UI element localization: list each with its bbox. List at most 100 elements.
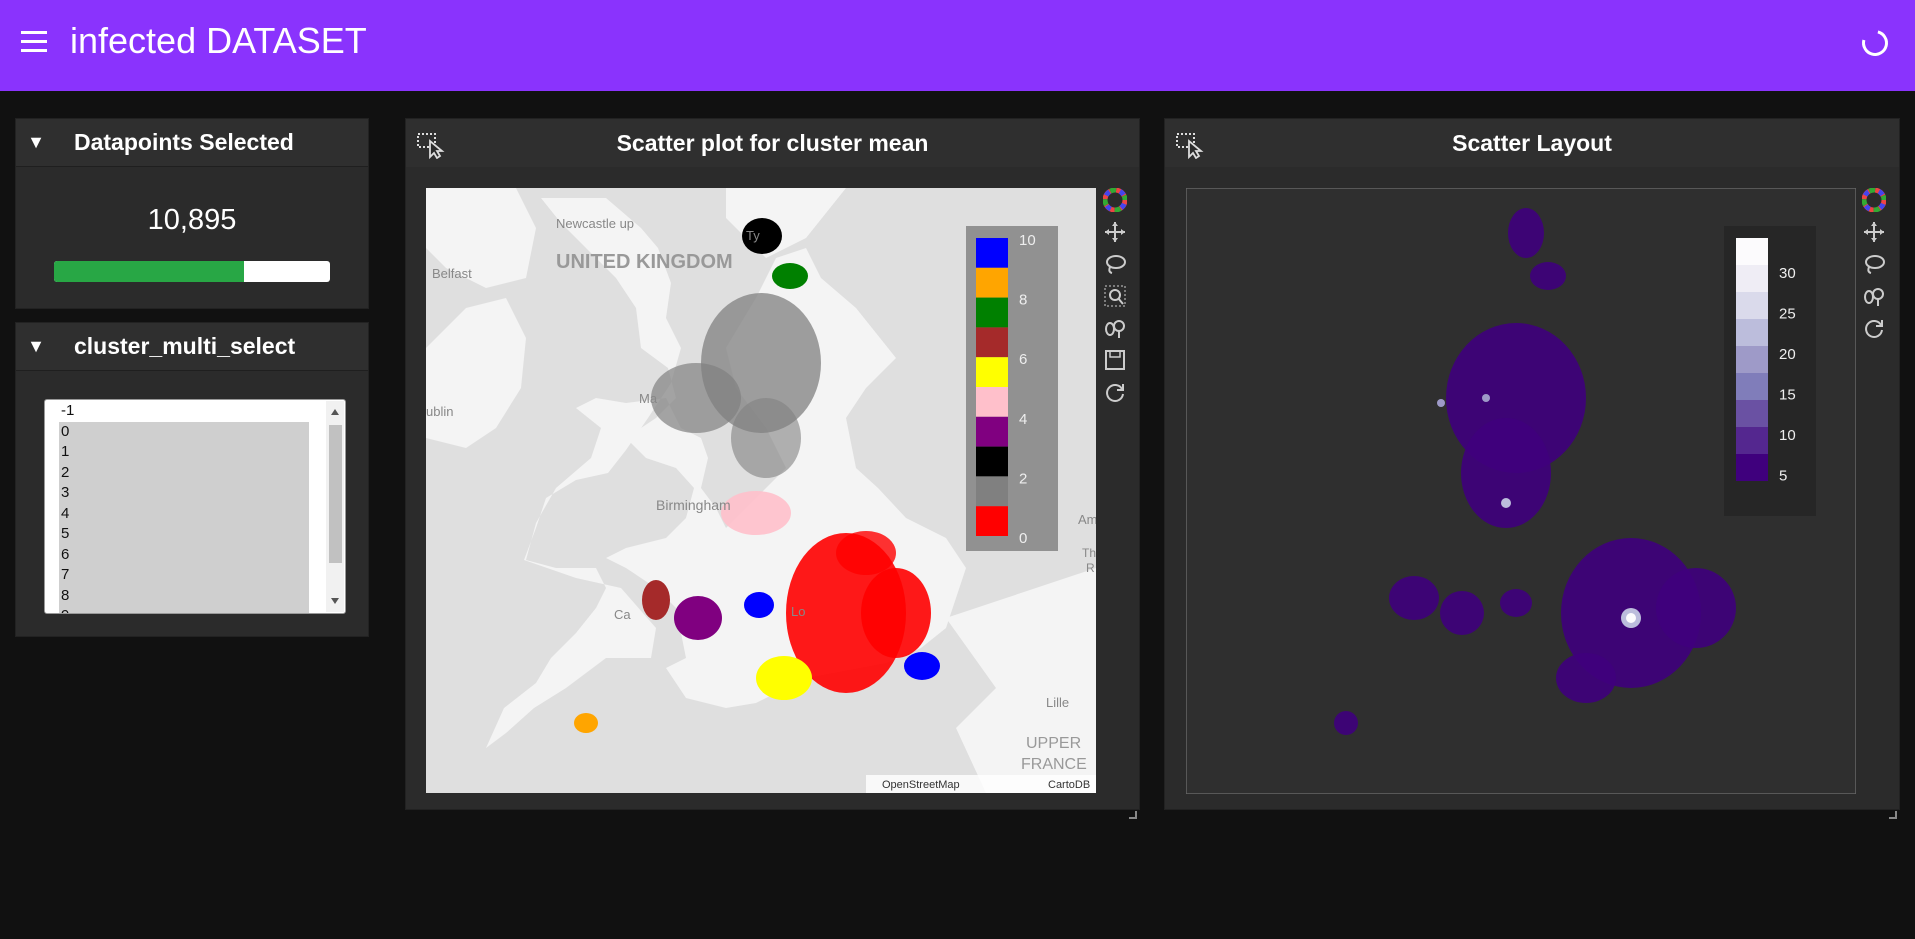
- cluster-options[interactable]: -10123456789: [59, 401, 309, 613]
- colorbar-tick-label: 10: [1779, 427, 1796, 444]
- legend-tick-label: 8: [1019, 292, 1027, 309]
- map-label-newcastle: Newcastle up: [556, 216, 634, 231]
- colorbar-swatch: [1736, 454, 1768, 481]
- colorbar-tick-label: 15: [1779, 387, 1796, 404]
- legend-swatch: [976, 476, 1008, 507]
- legend-tick-label: 6: [1019, 351, 1027, 368]
- card-title: cluster_multi_select: [74, 333, 296, 359]
- colorbar-swatch: [1736, 265, 1768, 292]
- scatter-colorbar: 30 25 20 15 10 5: [1724, 226, 1816, 516]
- datapoints-card-header[interactable]: ▼ Datapoints Selected: [16, 119, 368, 167]
- cluster-option[interactable]: 0: [59, 421, 309, 442]
- scatter-layout-panel: Scatter Layout 30 25 20 15 10 5: [1164, 118, 1900, 819]
- scrollbar-thumb[interactable]: [329, 425, 342, 563]
- menu-icon[interactable]: [21, 31, 47, 53]
- busy-indicator-icon: [1857, 25, 1893, 61]
- legend-swatch: [976, 506, 1008, 536]
- cluster-option[interactable]: 7: [59, 565, 309, 586]
- resize-handle[interactable]: [1129, 811, 1137, 819]
- cluster-option[interactable]: 1: [59, 442, 309, 463]
- colorbar-swatch: [1736, 400, 1768, 427]
- map-label-ty: Ty: [746, 228, 760, 243]
- collapse-toggle-icon[interactable]: ▼: [16, 336, 56, 357]
- legend-tick-label: 4: [1019, 411, 1027, 428]
- app-header: infected DATASET: [0, 0, 1915, 91]
- legend-swatch: [976, 446, 1008, 477]
- legend-swatch: [976, 327, 1008, 358]
- cluster-multi-select[interactable]: -10123456789: [44, 399, 346, 614]
- card-title: Datapoints Selected: [74, 129, 294, 155]
- colorbar-swatch: [1736, 319, 1768, 346]
- osm-attribution[interactable]: OpenStreetMap: [882, 779, 960, 791]
- legend-swatch: [976, 387, 1008, 417]
- cluster-option[interactable]: 3: [59, 483, 309, 504]
- color-wheel-icon[interactable]: [1859, 184, 1889, 216]
- scatter-layout-plot[interactable]: 30 25 20 15 10 5: [1186, 188, 1856, 794]
- cluster-option[interactable]: 8: [59, 585, 309, 606]
- datapoints-card: ▼ Datapoints Selected 10,895: [15, 118, 369, 309]
- panel-title: Scatter Layout: [1165, 119, 1899, 167]
- map-label-ca: Ca: [614, 607, 631, 622]
- cluster-option[interactable]: 5: [59, 524, 309, 545]
- collapse-toggle-icon[interactable]: ▼: [16, 132, 56, 153]
- cluster-option[interactable]: 6: [59, 544, 309, 565]
- wheel-zoom-icon[interactable]: [1859, 280, 1889, 312]
- datapoints-progress-fill: [54, 261, 245, 282]
- map-label-dublin: ublin: [426, 404, 453, 419]
- box-select-icon[interactable]: [416, 131, 446, 159]
- legend-tick-label: 10: [1019, 232, 1036, 249]
- colorbar-swatch: [1736, 292, 1768, 319]
- colorbar-swatch: [1736, 346, 1768, 373]
- colorbar-tick-label: 5: [1779, 468, 1787, 485]
- map-label-th: Th: [1082, 546, 1096, 560]
- colorbar-tick-label: 30: [1779, 265, 1796, 282]
- pan-icon[interactable]: [1859, 216, 1889, 248]
- cartodb-attribution[interactable]: CartoDB: [1048, 779, 1090, 791]
- cluster-color-legend: 10 8 6 4 2 0: [966, 226, 1058, 551]
- map-label-lille: Lille: [1046, 695, 1069, 710]
- datapoints-count: 10,895: [147, 204, 237, 236]
- wheel-zoom-icon[interactable]: [1100, 312, 1130, 344]
- reset-icon[interactable]: [1100, 376, 1130, 408]
- reset-icon[interactable]: [1859, 312, 1889, 344]
- scatter-toolbar: [1859, 184, 1889, 344]
- box-select-icon[interactable]: [1175, 131, 1205, 159]
- cluster-option[interactable]: 2: [59, 462, 309, 483]
- map-label-lo: Lo: [791, 604, 805, 619]
- colorbar-swatch: [1736, 238, 1768, 265]
- cluster-card-header[interactable]: ▼ cluster_multi_select: [16, 323, 368, 371]
- map-label-belfast: Belfast: [432, 266, 472, 281]
- legend-tick-label: 0: [1019, 530, 1027, 547]
- save-icon[interactable]: [1100, 344, 1130, 376]
- legend-swatch: [976, 238, 1008, 268]
- map-toolbar: [1100, 184, 1130, 408]
- cluster-option[interactable]: -1: [59, 401, 309, 422]
- colorbar-tick-label: 20: [1779, 346, 1796, 363]
- map-label-uk: UNITED KINGDOM: [556, 251, 733, 273]
- legend-tick-label: 2: [1019, 470, 1027, 487]
- colorbar-swatch: [1736, 427, 1768, 454]
- legend-swatch: [976, 297, 1008, 328]
- lasso-icon[interactable]: [1100, 248, 1130, 280]
- colorbar-swatch: [1736, 373, 1768, 400]
- legend-swatch: [976, 267, 1008, 298]
- cluster-mean-map-panel: Scatter plot for cluster mean Newcastle …: [405, 118, 1140, 819]
- map-label-upper: UPPER: [1026, 735, 1081, 752]
- panel-title: Scatter plot for cluster mean: [406, 119, 1139, 167]
- datapoints-progress-bar: [54, 261, 330, 282]
- colorbar-tick-label: 25: [1779, 306, 1796, 323]
- map-label-france: FRANCE: [1021, 756, 1087, 773]
- cluster-option[interactable]: 9: [59, 606, 309, 613]
- listbox-scrollbar[interactable]: [326, 401, 344, 612]
- uk-map[interactable]: Newcastle up Ty UNITED KINGDOM Belfast u…: [426, 188, 1096, 793]
- cluster-option[interactable]: 4: [59, 503, 309, 524]
- map-label-birmingham: Birmingham: [656, 497, 731, 513]
- lasso-icon[interactable]: [1859, 248, 1889, 280]
- box-zoom-icon[interactable]: [1100, 280, 1130, 312]
- legend-swatch: [976, 357, 1008, 387]
- resize-handle[interactable]: [1889, 811, 1897, 819]
- color-wheel-icon[interactable]: [1100, 184, 1130, 216]
- legend-swatch: [976, 416, 1008, 447]
- pan-icon[interactable]: [1100, 216, 1130, 248]
- map-label-am: Am: [1078, 512, 1096, 527]
